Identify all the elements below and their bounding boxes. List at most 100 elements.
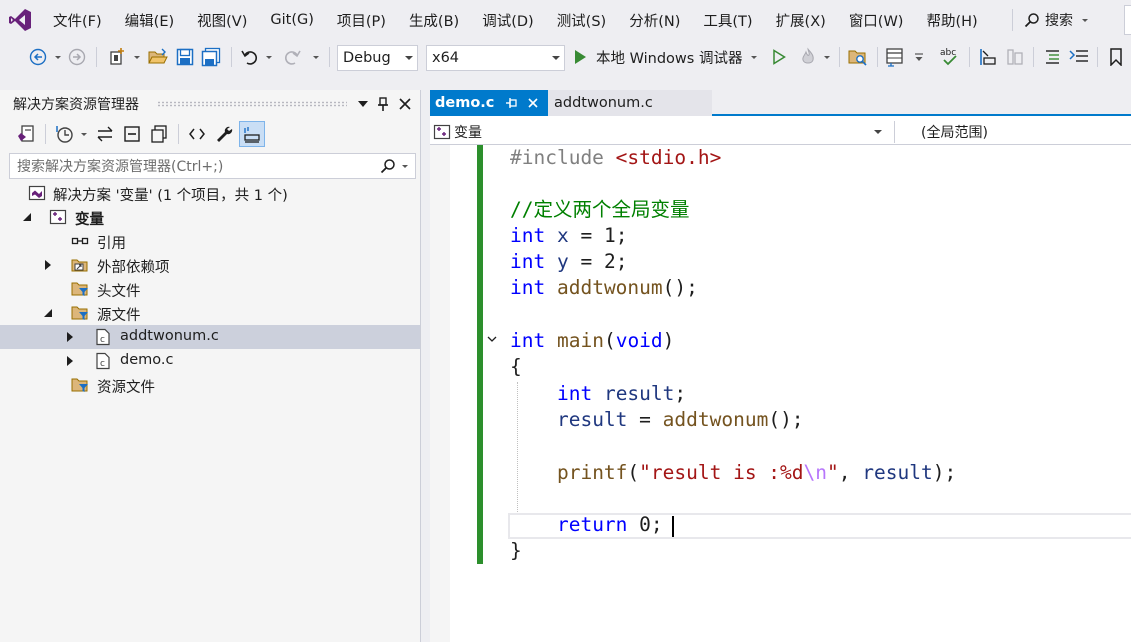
undo-dropdown[interactable] [264, 45, 274, 69]
menu-help[interactable]: 帮助(H) [926, 10, 977, 31]
start-debugging-label: 本地 Windows 调试器 [596, 50, 743, 67]
menu-project[interactable]: 项目(P) [337, 10, 386, 31]
save-button[interactable] [173, 45, 197, 69]
window-layout-dropdown[interactable] [912, 45, 926, 69]
align-left-button[interactable] [976, 45, 1000, 69]
tree-item-addtwonum-c[interactable]: c addtwonum.c [0, 325, 420, 349]
undo-button[interactable] [237, 45, 261, 69]
start-debugging-button[interactable]: 本地 Windows 调试器 [573, 45, 765, 69]
menu-build[interactable]: 生成(B) [409, 10, 459, 31]
expander-collapsed-icon[interactable] [65, 355, 75, 367]
menu-analyze[interactable]: 分析(N) [629, 10, 680, 31]
uncomment-lines-icon [1069, 50, 1088, 62]
pending-changes-filter-button[interactable] [52, 122, 76, 146]
chevron-down-icon [55, 55, 61, 59]
cpp-project-icon [433, 124, 451, 140]
redo-dropdown[interactable] [311, 45, 321, 69]
glyph-margin[interactable] [430, 145, 450, 642]
hot-reload-dropdown[interactable] [822, 45, 832, 69]
view-code-button[interactable] [185, 122, 209, 146]
window-layout-button[interactable] [883, 45, 907, 69]
tree-item-label: 源文件 [97, 308, 141, 324]
menu-extensions[interactable]: 扩展(X) [776, 10, 826, 31]
scope-dropdown[interactable]: (全局范围) [894, 121, 1131, 143]
show-all-files-button[interactable] [147, 122, 171, 146]
preview-selected-items-button[interactable] [239, 121, 265, 147]
toggle-panes-button[interactable] [1003, 45, 1027, 69]
tree-item-header-files[interactable]: 头文件 [0, 277, 420, 301]
visual-studio-logo-icon[interactable] [0, 0, 40, 40]
text-caret [672, 516, 674, 537]
open-folder-icon [148, 48, 168, 64]
expander-expanded-icon[interactable] [43, 307, 53, 319]
start-without-debugging-button[interactable] [768, 45, 790, 69]
open-file-button[interactable] [146, 45, 170, 69]
menu-test[interactable]: 测试(S) [557, 10, 607, 31]
tree-item-references[interactable]: 引用 [0, 229, 420, 253]
project-dropdown-value: 变量 [454, 125, 482, 141]
menu-debug[interactable]: 调试(D) [482, 10, 533, 31]
tree-item-label: 资源文件 [97, 380, 155, 396]
switch-views-button[interactable] [14, 122, 38, 146]
close-panel-button[interactable] [397, 96, 413, 112]
menu-edit[interactable]: 编辑(E) [125, 10, 174, 31]
close-tab-icon[interactable] [527, 97, 539, 109]
tree-item-demo-c[interactable]: c demo.c [0, 349, 420, 373]
expander-expanded-icon[interactable] [22, 211, 32, 223]
tree-item-solution[interactable]: 解决方案 '变量' (1 个项目，共 1 个) [0, 181, 420, 205]
search-button[interactable]: 搜索 [1024, 8, 1088, 32]
find-in-files-button[interactable] [846, 45, 870, 69]
collapse-all-button[interactable] [120, 122, 144, 146]
window-position-dropdown[interactable] [356, 96, 370, 112]
properties-button[interactable] [212, 122, 236, 146]
tree-item-external-dependencies[interactable]: 外部依赖项 [0, 253, 420, 277]
preview-icon [244, 127, 260, 143]
tree-item-source-files[interactable]: 源文件 [0, 301, 420, 325]
redo-button[interactable] [281, 45, 305, 69]
auto-hide-pin-button[interactable] [375, 96, 391, 112]
triangle-collapsed-icon [45, 260, 51, 270]
pin-icon [378, 97, 388, 111]
comment-lines-icon [1046, 50, 1059, 64]
hot-reload-button[interactable] [797, 45, 819, 69]
code-line-10: int result; [556, 382, 687, 405]
solution-explorer-search-input[interactable]: 搜索解决方案资源管理器(Ctrl+;) [9, 153, 416, 179]
project-dropdown[interactable]: 变量 [433, 121, 890, 143]
code-text-area[interactable]: #include <stdio.h> //定义两个全局变量 int x = 1;… [430, 145, 1131, 642]
tree-item-project[interactable]: 变量 [0, 205, 420, 229]
expander-collapsed-icon[interactable] [65, 331, 75, 343]
expander-collapsed-icon[interactable] [43, 259, 53, 271]
menu-file[interactable]: 文件(F) [53, 10, 102, 31]
navigation-bar: 变量 (全局范围) [430, 119, 1131, 145]
solution-configuration-dropdown[interactable]: Debug [337, 45, 418, 71]
triangle-expanded-icon [23, 213, 31, 221]
sync-with-active-document-button[interactable] [93, 122, 117, 146]
fold-chevron-down-icon[interactable] [486, 333, 498, 345]
panel-grip[interactable] [157, 101, 347, 107]
search-input[interactable] [1124, 5, 1131, 35]
toolbar-separator [329, 47, 330, 67]
tab-addtwonum-c[interactable]: addtwonum.c [548, 90, 712, 116]
menu-git[interactable]: Git(G) [270, 12, 314, 28]
back-arrow-icon [29, 48, 47, 66]
menu-view[interactable]: 视图(V) [197, 10, 247, 31]
tab-demo-c[interactable]: demo.c [430, 90, 548, 116]
menu-window[interactable]: 窗口(W) [849, 10, 904, 31]
navigate-back-dropdown[interactable] [53, 45, 63, 69]
spell-check-button[interactable]: abc [938, 45, 962, 69]
toggle-bookmark-button[interactable] [1104, 45, 1128, 69]
solution-platform-dropdown[interactable]: x64 [426, 45, 565, 71]
save-all-button[interactable] [199, 45, 223, 69]
pending-changes-filter-dropdown[interactable] [79, 122, 89, 146]
comment-lines-button[interactable] [1040, 45, 1064, 69]
pin-tab-icon[interactable] [504, 96, 518, 110]
new-project-button[interactable] [106, 45, 130, 69]
tree-item-label: 解决方案 '变量' (1 个项目，共 1 个) [53, 188, 288, 204]
tree-item-resource-files[interactable]: 资源文件 [0, 373, 420, 397]
navigate-back-button[interactable] [26, 45, 50, 69]
navigate-forward-button[interactable] [66, 45, 88, 69]
menu-tools[interactable]: 工具(T) [703, 10, 752, 31]
uncomment-lines-button[interactable] [1067, 45, 1091, 69]
new-project-dropdown[interactable] [132, 45, 142, 69]
solution-explorer-panel: 解决方案资源管理器 搜索解决方案资源管理器(Ctrl+;) 解决方案 '变量' … [0, 90, 421, 642]
